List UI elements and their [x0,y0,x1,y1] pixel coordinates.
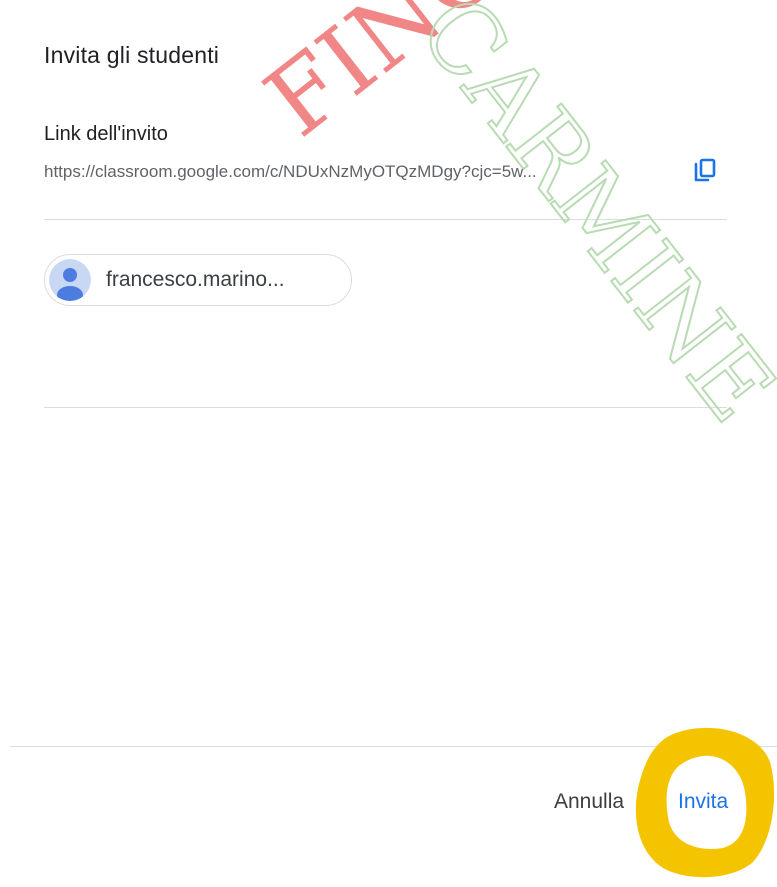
watermark-finc: FINC [245,0,520,158]
divider-top [44,219,727,220]
dialog-title: Invita gli studenti [44,42,220,68]
invite-students-dialog: Invita gli studenti Link dell'invito htt… [0,0,777,887]
divider-middle [44,407,727,408]
copy-icon [694,158,716,182]
watermark-carmine: CARMINE [397,0,777,442]
copy-link-button[interactable] [690,156,720,186]
person-avatar-icon [49,259,91,301]
invite-link-url[interactable]: https://classroom.google.com/c/NDUxNzMyO… [44,162,664,182]
divider-footer [10,746,777,747]
invite-link-label: Link dell'invito [44,123,168,145]
cancel-button[interactable]: Annulla [554,790,624,814]
invitee-chip-label: francesco.marino... [106,268,285,291]
invitee-chip[interactable]: francesco.marino... [44,254,352,306]
invite-button[interactable]: Invita [678,790,728,814]
